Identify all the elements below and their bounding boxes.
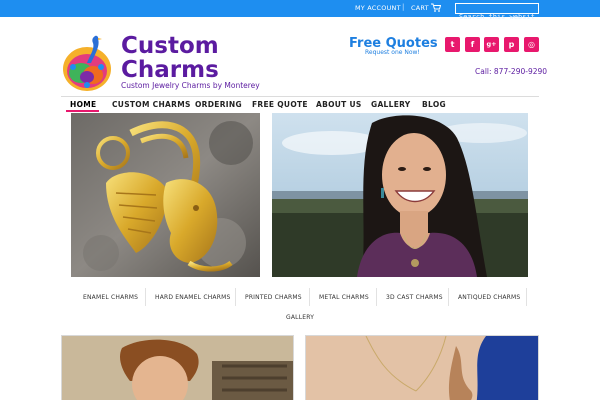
category-separator (309, 288, 310, 306)
brand-title-line-1[interactable]: Custom (121, 34, 219, 58)
peacock-logo-icon[interactable] (61, 33, 113, 93)
nav-top-border (61, 96, 539, 97)
category-antiqued-charms[interactable]: ANTIQUED CHARMS (458, 294, 520, 301)
category-gallery[interactable]: GALLERY (286, 314, 314, 321)
category-hard-enamel-charms[interactable]: HARD ENAMEL CHARMS (155, 294, 230, 301)
my-account-link[interactable]: MY ACCOUNT (355, 4, 401, 12)
cart-link[interactable]: CART (411, 4, 429, 12)
category-separator (526, 288, 527, 306)
phone-number[interactable]: Call: 877-290-9290 (475, 67, 547, 76)
category-enamel-charms[interactable]: ENAMEL CHARMS (83, 294, 138, 301)
twitter-icon[interactable]: t (445, 37, 460, 52)
category-printed-charms[interactable]: PRINTED CHARMS (245, 294, 302, 301)
nav-ordering[interactable]: ORDERING (195, 100, 242, 109)
feature-image-necklace[interactable] (305, 335, 539, 400)
topbar-separator: | (402, 3, 405, 11)
cart-icon[interactable] (431, 3, 441, 12)
hero-image-charm[interactable] (71, 113, 260, 277)
brand-title-line-2[interactable]: Charms (121, 58, 219, 82)
pinterest-icon[interactable]: p (504, 37, 519, 52)
nav-blog[interactable]: BLOG (422, 100, 446, 109)
category-separator (235, 288, 236, 306)
nav-home[interactable]: HOME (70, 100, 96, 109)
hero-image-woman[interactable] (272, 113, 528, 277)
category-separator (448, 288, 449, 306)
category-metal-charms[interactable]: METAL CHARMS (319, 294, 369, 301)
nav-active-indicator (66, 110, 99, 112)
instagram-icon[interactable]: ◎ (524, 37, 539, 52)
brand-tagline: Custom Jewelry Charms by Monterey (121, 81, 260, 90)
google-plus-icon[interactable]: g+ (484, 37, 499, 52)
request-quote-text[interactable]: Request one Now! (365, 49, 420, 56)
nav-about-us[interactable]: ABOUT US (316, 100, 362, 109)
feature-image-boy[interactable] (61, 335, 294, 400)
search-input[interactable] (456, 12, 538, 22)
top-bar: MY ACCOUNT | CART (0, 0, 600, 22)
nav-gallery[interactable]: GALLERY (371, 100, 411, 109)
category-3d-cast-charms[interactable]: 3D CAST CHARMS (386, 294, 443, 301)
nav-free-quote[interactable]: FREE QUOTE (252, 100, 308, 109)
category-separator (376, 288, 377, 306)
category-separator (145, 288, 146, 306)
facebook-icon[interactable]: f (465, 37, 480, 52)
nav-custom-charms[interactable]: CUSTOM CHARMS (112, 100, 191, 109)
search-box (455, 3, 539, 22)
